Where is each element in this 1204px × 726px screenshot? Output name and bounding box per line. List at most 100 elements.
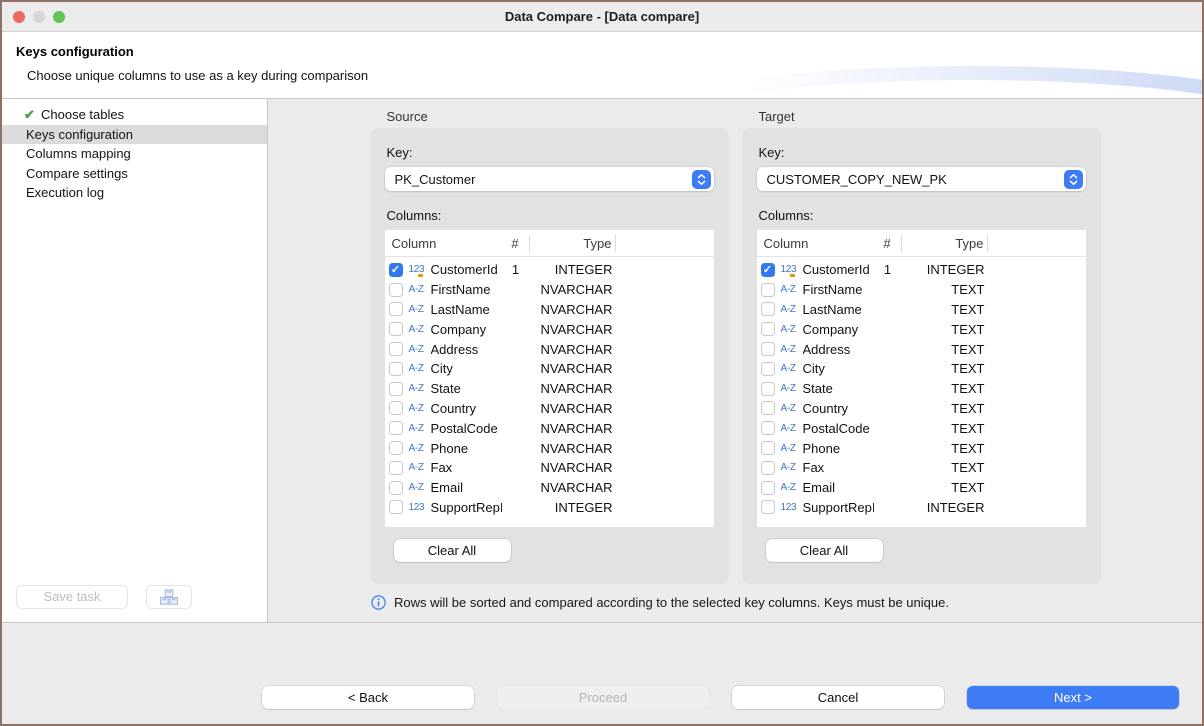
table-row[interactable]: A-ZAddressNVARCHAR [385, 339, 714, 359]
wizard-sidebar: ✔Choose tables Keys configuration Columns … [2, 99, 268, 622]
row-checkbox[interactable] [761, 401, 775, 415]
info-message: Rows will be sorted and compared accordi… [371, 595, 1202, 610]
column-name: Fax [431, 460, 502, 475]
row-checkbox[interactable] [761, 362, 775, 376]
row-checkbox[interactable]: ✓ [761, 263, 775, 277]
row-checkbox[interactable] [389, 441, 403, 455]
row-checkbox[interactable] [761, 421, 775, 435]
table-row[interactable]: A-ZPhoneNVARCHAR [385, 438, 714, 458]
table-row[interactable]: A-ZCountryNVARCHAR [385, 399, 714, 419]
text-type-icon: A-Z [779, 344, 803, 355]
table-row[interactable]: A-ZFirstNameTEXT [757, 280, 1086, 300]
row-checkbox[interactable] [761, 302, 775, 316]
row-checkbox[interactable] [389, 322, 403, 336]
text-type-icon: A-Z [407, 423, 431, 434]
column-type: NVARCHAR [530, 480, 616, 495]
wizard-steps: ✔Choose tables Keys configuration Columns … [2, 105, 267, 203]
step-done-check-icon: ✔ [24, 105, 41, 125]
back-button[interactable]: < Back [262, 686, 474, 709]
cancel-button[interactable]: Cancel [732, 686, 944, 709]
boxes-icon-button[interactable] [146, 585, 192, 609]
minimize-button[interactable] [33, 11, 45, 23]
table-row[interactable]: ✓123CustomerId1INTEGER [385, 260, 714, 280]
source-columns-label: Columns: [387, 208, 714, 223]
row-checkbox[interactable] [761, 382, 775, 396]
source-key-dropdown[interactable]: PK_Customer [385, 167, 714, 191]
sidebar-item-columns-mapping[interactable]: Columns mapping [2, 144, 267, 164]
table-row[interactable]: A-ZFaxNVARCHAR [385, 458, 714, 478]
numeric-type-icon: 123 [407, 502, 431, 513]
column-type: TEXT [902, 480, 988, 495]
target-clear-all-button[interactable]: Clear All [766, 539, 883, 562]
table-row[interactable]: A-ZCompanyTEXT [757, 319, 1086, 339]
target-key-dropdown[interactable]: CUSTOMER_COPY_NEW_PK [757, 167, 1086, 191]
row-checkbox[interactable] [761, 500, 775, 514]
row-checkbox[interactable] [389, 302, 403, 316]
table-row[interactable]: A-ZCityTEXT [757, 359, 1086, 379]
table-row[interactable]: A-ZPostalCodeNVARCHAR [385, 418, 714, 438]
text-type-icon: A-Z [779, 443, 803, 454]
table-row[interactable]: A-ZAddressTEXT [757, 339, 1086, 359]
row-checkbox[interactable] [761, 283, 775, 297]
sidebar-item-label: Columns mapping [26, 146, 131, 161]
chevron-up-down-icon [1064, 170, 1083, 189]
table-row[interactable]: A-ZPhoneTEXT [757, 438, 1086, 458]
table-row[interactable]: 123SupportRepIdINTEGER [385, 498, 714, 518]
source-clear-all-button[interactable]: Clear All [394, 539, 511, 562]
sidebar-item-execution-log[interactable]: Execution log [2, 183, 267, 203]
table-row[interactable]: A-ZStateTEXT [757, 379, 1086, 399]
table-row[interactable]: ✓123CustomerId1INTEGER [757, 260, 1086, 280]
sidebar-item-label: Execution log [26, 185, 104, 200]
row-checkbox[interactable] [389, 500, 403, 514]
table-row[interactable]: A-ZLastNameTEXT [757, 300, 1086, 320]
table-row[interactable]: A-ZFirstNameNVARCHAR [385, 280, 714, 300]
text-type-icon: A-Z [407, 363, 431, 374]
row-checkbox[interactable] [389, 382, 403, 396]
column-name: Phone [803, 441, 874, 456]
table-row[interactable]: A-ZEmailTEXT [757, 478, 1086, 498]
table-row[interactable]: A-ZCityNVARCHAR [385, 359, 714, 379]
column-name: Phone [431, 441, 502, 456]
row-checkbox[interactable] [389, 283, 403, 297]
row-checkbox[interactable] [389, 481, 403, 495]
table-row[interactable]: A-ZStateNVARCHAR [385, 379, 714, 399]
table-row[interactable]: 123SupportRepIdINTEGER [757, 498, 1086, 518]
table-row[interactable]: A-ZPostalCodeTEXT [757, 418, 1086, 438]
row-checkbox[interactable] [761, 441, 775, 455]
sidebar-item-keys-configuration[interactable]: Keys configuration [2, 125, 267, 145]
row-checkbox[interactable] [761, 481, 775, 495]
row-checkbox[interactable] [389, 401, 403, 415]
save-task-button: Save task [16, 585, 128, 609]
row-checkbox[interactable] [761, 342, 775, 356]
table-row[interactable]: A-ZCompanyNVARCHAR [385, 319, 714, 339]
row-checkbox[interactable] [389, 461, 403, 475]
column-name: PostalCode [803, 421, 874, 436]
next-button[interactable]: Next > [967, 686, 1179, 709]
type-header: Type [902, 235, 988, 252]
row-checkbox[interactable] [389, 362, 403, 376]
row-checkbox[interactable]: ✓ [389, 263, 403, 277]
column-type: NVARCHAR [530, 282, 616, 297]
close-button[interactable] [13, 11, 25, 23]
order-header: # [874, 235, 902, 252]
text-type-icon: A-Z [407, 443, 431, 454]
row-checkbox[interactable] [761, 322, 775, 336]
sidebar-item-label: Choose tables [41, 107, 124, 122]
column-name: Address [803, 342, 874, 357]
sidebar-item-choose-tables[interactable]: ✔Choose tables [2, 105, 267, 125]
column-name: Country [431, 401, 502, 416]
table-header: Column # Type [757, 230, 1086, 257]
table-row[interactable]: A-ZCountryTEXT [757, 399, 1086, 419]
column-name: Address [431, 342, 502, 357]
sidebar-item-label: Keys configuration [26, 127, 133, 142]
row-checkbox[interactable] [389, 342, 403, 356]
column-type: TEXT [902, 282, 988, 297]
zoom-button[interactable] [53, 11, 65, 23]
table-row[interactable]: A-ZEmailNVARCHAR [385, 478, 714, 498]
row-checkbox[interactable] [389, 421, 403, 435]
column-name: Email [431, 480, 502, 495]
row-checkbox[interactable] [761, 461, 775, 475]
table-row[interactable]: A-ZLastNameNVARCHAR [385, 300, 714, 320]
sidebar-item-compare-settings[interactable]: Compare settings [2, 164, 267, 184]
table-row[interactable]: A-ZFaxTEXT [757, 458, 1086, 478]
